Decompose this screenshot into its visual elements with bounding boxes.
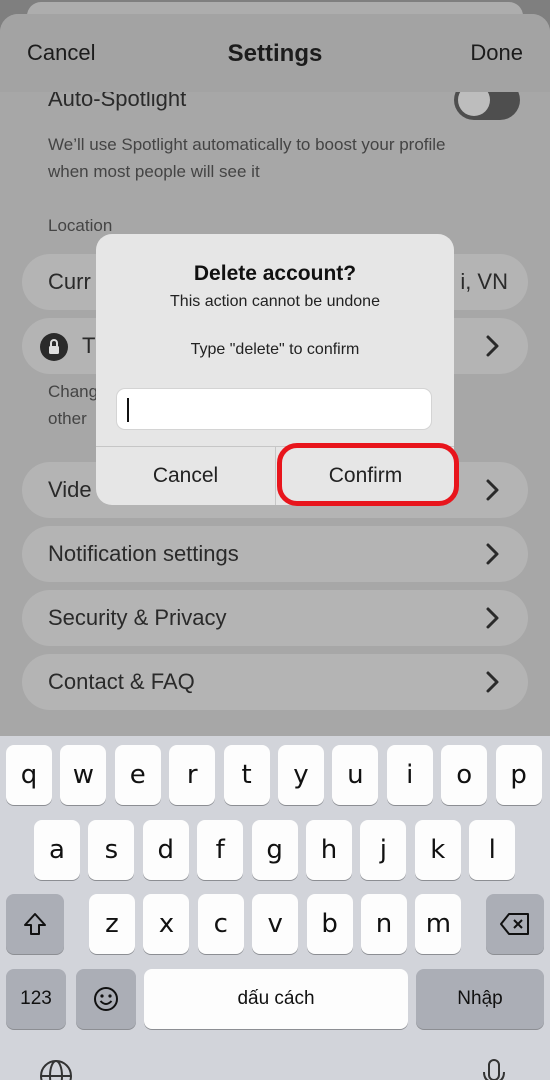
video-label: Vide: [48, 477, 92, 502]
key-h[interactable]: h: [306, 820, 352, 880]
key-s[interactable]: s: [88, 820, 135, 880]
change-note: Chang other: [48, 378, 98, 432]
notification-settings-row[interactable]: Notification settings: [22, 526, 528, 582]
text-caret: [127, 398, 129, 422]
return-key[interactable]: Nhập: [416, 969, 544, 1029]
key-d[interactable]: d: [142, 820, 189, 880]
travel-label: T: [82, 333, 96, 358]
navbar: Cancel Settings Done: [0, 14, 550, 92]
globe-icon[interactable]: [38, 1058, 74, 1080]
key-g[interactable]: g: [251, 820, 298, 880]
key-v[interactable]: v: [252, 894, 299, 954]
dialog-subtitle: This action cannot be undone: [170, 293, 380, 310]
emoji-icon: [94, 987, 118, 1011]
key-c[interactable]: c: [197, 894, 244, 954]
page-title: Settings: [227, 40, 323, 67]
dialog-cancel-button[interactable]: Cancel: [96, 446, 275, 505]
chevron-right-icon: [486, 671, 499, 693]
emoji-key[interactable]: [76, 969, 136, 1029]
dialog-prompt: Type "delete" to confirm: [190, 341, 360, 358]
backspace-icon: [500, 913, 529, 935]
key-i[interactable]: i: [386, 745, 433, 805]
note-line: when most people will see it: [48, 162, 260, 181]
current-location-label: Curr: [48, 269, 91, 294]
chevron-right-icon: [486, 543, 499, 565]
key-r[interactable]: r: [169, 745, 216, 805]
lock-icon: [40, 333, 68, 361]
key-k[interactable]: k: [414, 820, 461, 880]
key-q[interactable]: q: [6, 745, 52, 805]
key-w[interactable]: w: [60, 745, 107, 805]
numbers-key[interactable]: 123: [6, 969, 66, 1029]
nav-done-button[interactable]: Done: [470, 40, 523, 66]
contact-faq-row[interactable]: Contact & FAQ: [22, 654, 528, 710]
note-line: We’ll use Spotlight automatically to boo…: [48, 135, 446, 154]
key-n[interactable]: n: [361, 894, 407, 954]
key-l[interactable]: l: [469, 820, 516, 880]
confirm-highlight-box: [277, 443, 459, 506]
shift-icon: [24, 913, 46, 935]
delete-key[interactable]: [486, 894, 544, 954]
chevron-right-icon: [486, 607, 499, 629]
auto-spotlight-note: We’ll use Spotlight automatically to boo…: [48, 131, 446, 185]
security-privacy-row[interactable]: Security & Privacy: [22, 590, 528, 646]
current-location-value: i, VN: [460, 269, 508, 294]
contact-faq-label: Contact & FAQ: [48, 669, 195, 694]
key-o[interactable]: o: [441, 745, 488, 805]
key-p[interactable]: p: [495, 745, 542, 805]
key-e[interactable]: e: [114, 745, 161, 805]
key-t[interactable]: t: [223, 745, 270, 805]
microphone-icon[interactable]: [476, 1058, 512, 1080]
key-a[interactable]: a: [34, 820, 80, 880]
key-z[interactable]: z: [89, 894, 135, 954]
key-b[interactable]: b: [306, 894, 353, 954]
dialog-title: Delete account?: [193, 262, 357, 285]
key-m[interactable]: m: [415, 894, 462, 954]
key-x[interactable]: x: [143, 894, 190, 954]
note-line: other: [48, 409, 87, 428]
key-j[interactable]: j: [360, 820, 407, 880]
location-header: Location: [48, 216, 113, 235]
security-privacy-label: Security & Privacy: [48, 605, 227, 630]
chevron-right-icon: [486, 335, 499, 357]
key-u[interactable]: u: [332, 745, 379, 805]
key-f[interactable]: f: [197, 820, 244, 880]
notification-settings-label: Notification settings: [48, 541, 239, 566]
delete-confirm-input[interactable]: [116, 388, 432, 430]
note-line: Chang: [48, 382, 99, 401]
chevron-right-icon: [486, 479, 499, 501]
space-key[interactable]: dấu cách: [144, 969, 408, 1029]
shift-key[interactable]: [6, 894, 64, 954]
key-y[interactable]: y: [278, 745, 324, 805]
